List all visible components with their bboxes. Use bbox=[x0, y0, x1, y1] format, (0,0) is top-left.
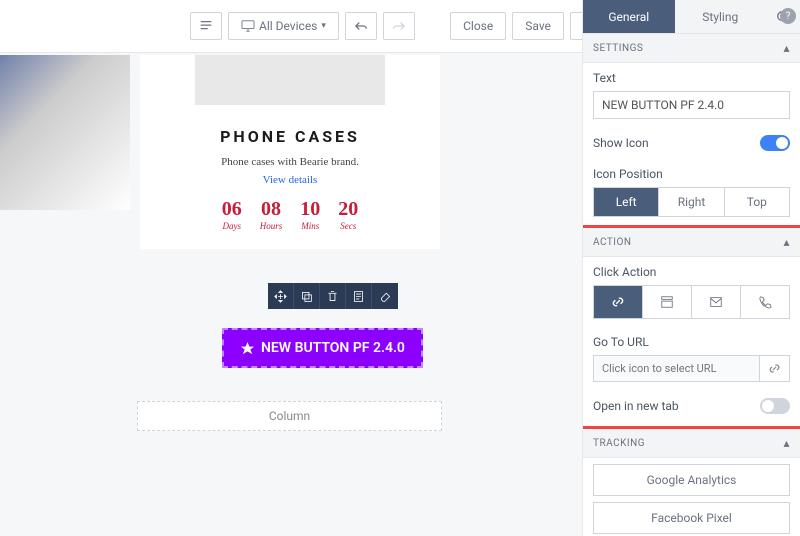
action-section-header[interactable]: ACTION ▴ bbox=[583, 228, 800, 257]
settings-header-label: SETTINGS bbox=[593, 43, 643, 54]
action-link-button[interactable] bbox=[594, 286, 643, 318]
url-input[interactable] bbox=[594, 356, 759, 381]
action-section-highlight: ACTION ▴ Click Action Go To UR bbox=[582, 225, 800, 429]
product-title: PHONE CASES bbox=[140, 127, 440, 146]
view-details-link[interactable]: View details bbox=[140, 174, 440, 186]
new-button-element[interactable]: NEW BUTTON PF 2.4.0 bbox=[222, 328, 423, 368]
show-icon-toggle[interactable] bbox=[760, 135, 790, 151]
goto-url-label: Go To URL bbox=[593, 335, 790, 349]
icon-position-segmented: Left Right Top bbox=[593, 187, 790, 217]
editor-canvas: CKS Bearie brand. PHONE CASES Phone case… bbox=[0, 52, 582, 536]
action-phone-button[interactable] bbox=[741, 286, 789, 318]
position-left-button[interactable]: Left bbox=[594, 188, 659, 216]
collapse-icon: ▴ bbox=[783, 41, 790, 55]
save-button[interactable]: Save bbox=[512, 12, 564, 40]
google-analytics-button[interactable]: Google Analytics bbox=[593, 464, 790, 496]
action-email-button[interactable] bbox=[692, 286, 741, 318]
link-icon bbox=[768, 362, 781, 375]
column-placeholder[interactable]: Column bbox=[137, 401, 442, 431]
document-icon bbox=[352, 290, 365, 303]
open-new-tab-label: Open in new tab bbox=[593, 399, 679, 413]
copy-icon bbox=[300, 290, 313, 303]
move-icon bbox=[274, 290, 287, 303]
text-input[interactable] bbox=[593, 91, 790, 119]
undo-icon bbox=[354, 20, 368, 32]
delete-button[interactable] bbox=[320, 283, 346, 309]
product-image bbox=[195, 55, 385, 105]
devices-dropdown[interactable]: All Devices ▾ bbox=[228, 12, 339, 40]
link-icon bbox=[611, 295, 625, 309]
text-format-icon bbox=[199, 19, 213, 33]
phone-icon bbox=[758, 295, 772, 309]
column-label: Column bbox=[269, 409, 310, 423]
tracking-header-label: TRACKING bbox=[593, 438, 645, 449]
action-header-label: ACTION bbox=[593, 237, 632, 248]
countdown-hours-num: 08 bbox=[260, 198, 283, 221]
help-badge[interactable]: ? bbox=[780, 8, 796, 24]
position-top-button[interactable]: Top bbox=[725, 188, 789, 216]
countdown-days-label: Days bbox=[222, 221, 242, 231]
countdown-hours-label: Hours bbox=[260, 221, 283, 231]
more-button[interactable] bbox=[372, 283, 398, 309]
text-field-label: Text bbox=[593, 71, 790, 85]
product-card-right: PHONE CASES Phone cases with Bearie bran… bbox=[140, 55, 440, 249]
icon-position-label: Icon Position bbox=[593, 167, 790, 181]
duplicate-button[interactable] bbox=[294, 283, 320, 309]
countdown-timer: 06Days 08Hours 10Mins 20Secs bbox=[140, 198, 440, 231]
devices-label: All Devices bbox=[259, 19, 317, 33]
new-button-label: NEW BUTTON PF 2.4.0 bbox=[261, 340, 405, 356]
product-card-left: CKS Bearie brand. bbox=[0, 55, 130, 269]
layout-icon bbox=[660, 295, 674, 309]
product-title: CKS bbox=[0, 224, 130, 242]
tab-styling[interactable]: Styling bbox=[675, 0, 767, 34]
countdown-days-num: 06 bbox=[222, 198, 242, 221]
text-format-button[interactable] bbox=[190, 12, 222, 40]
click-action-label: Click Action bbox=[593, 265, 790, 279]
action-section-button[interactable] bbox=[643, 286, 692, 318]
monitor-icon bbox=[241, 20, 255, 32]
redo-button[interactable] bbox=[383, 12, 415, 40]
product-desc: Phone cases with Bearie brand. bbox=[140, 156, 440, 168]
countdown-secs-label: Secs bbox=[338, 221, 358, 231]
sidebar-tabs: General Styling bbox=[583, 0, 800, 34]
click-action-segmented bbox=[593, 285, 790, 319]
tab-general[interactable]: General bbox=[583, 0, 675, 34]
tracking-section-header[interactable]: TRACKING ▴ bbox=[583, 429, 800, 458]
eraser-icon bbox=[379, 290, 392, 303]
settings-section-header[interactable]: SETTINGS ▴ bbox=[583, 34, 800, 63]
facebook-pixel-button[interactable]: Facebook Pixel bbox=[593, 502, 790, 534]
properties-sidebar: General Styling SETTINGS ▴ Text Show Ico… bbox=[582, 0, 800, 536]
element-controls-bar bbox=[268, 283, 398, 309]
product-image bbox=[0, 55, 130, 210]
close-button[interactable]: Close bbox=[450, 12, 506, 40]
mail-icon bbox=[709, 295, 723, 309]
select-url-button[interactable] bbox=[759, 356, 789, 381]
show-icon-label: Show Icon bbox=[593, 136, 649, 150]
chevron-down-icon: ▾ bbox=[321, 21, 326, 31]
countdown-mins-num: 10 bbox=[300, 198, 320, 221]
save-element-button[interactable] bbox=[346, 283, 372, 309]
collapse-icon: ▴ bbox=[783, 235, 790, 249]
trash-icon bbox=[326, 290, 339, 303]
open-new-tab-toggle[interactable] bbox=[760, 398, 790, 414]
undo-button[interactable] bbox=[345, 12, 377, 40]
move-handle[interactable] bbox=[268, 283, 294, 309]
position-right-button[interactable]: Right bbox=[659, 188, 724, 216]
countdown-secs-num: 20 bbox=[338, 198, 358, 221]
star-icon bbox=[240, 341, 255, 356]
product-desc: Bearie brand. bbox=[0, 254, 130, 269]
countdown-mins-label: Mins bbox=[300, 221, 320, 231]
redo-icon bbox=[392, 20, 406, 32]
collapse-icon: ▴ bbox=[783, 436, 790, 450]
